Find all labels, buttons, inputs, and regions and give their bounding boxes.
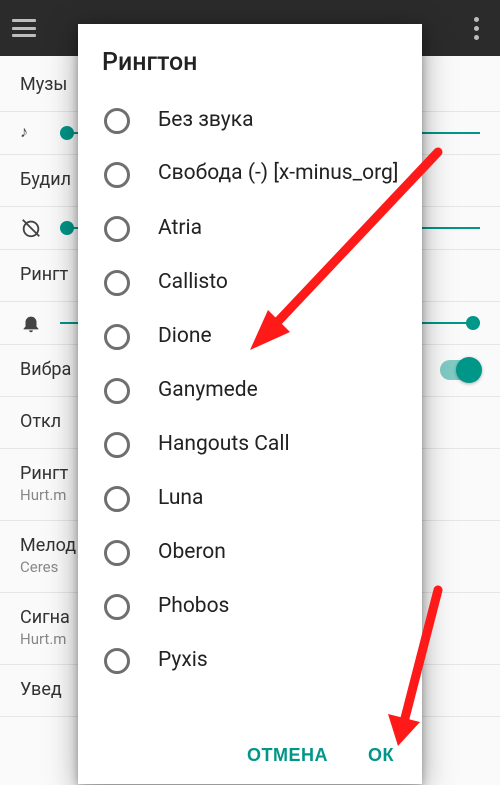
option-label: Ganymede [158,377,258,403]
dialog-actions: ОТМЕНА ОК [78,731,422,784]
cancel-button[interactable]: ОТМЕНА [247,745,328,766]
option-label: Atria [158,215,202,241]
dialog-title: Рингтон [78,24,422,93]
ringtone-dialog: Рингтон Без звука Свобода (-) [x-minus_o… [78,24,422,784]
option-label: Dione [158,323,212,349]
ringtone-option[interactable]: Phobos [94,579,422,633]
ringtone-option[interactable]: Luna [94,471,422,525]
option-label: Callisto [158,269,228,295]
menu-icon[interactable] [12,19,36,37]
radio-icon[interactable] [104,270,130,296]
ringtone-option[interactable]: Pyxis [94,633,422,687]
radio-icon[interactable] [104,432,130,458]
radio-icon[interactable] [104,594,130,620]
ringtone-option[interactable]: Без звука [94,93,422,147]
bell-icon [20,312,42,334]
radio-icon[interactable] [104,378,130,404]
ringtone-option[interactable]: Hangouts Call [94,417,422,471]
ringtone-option[interactable]: Ganymede [94,363,422,417]
radio-icon[interactable] [104,216,130,242]
alarm-off-icon [20,217,42,239]
option-label: Pyxis [158,647,208,673]
option-label: Свобода (-) [x-minus_org] [158,160,398,186]
ok-button[interactable]: ОК [368,745,394,766]
toggle-switch[interactable] [440,360,480,380]
radio-icon[interactable] [104,108,130,134]
radio-icon[interactable] [104,162,130,188]
radio-icon[interactable] [104,486,130,512]
ringtone-option[interactable]: Dione [94,309,422,363]
ringtone-option[interactable]: Atria [94,201,422,255]
radio-icon[interactable] [104,540,130,566]
option-label: Hangouts Call [158,431,290,457]
radio-icon[interactable] [104,648,130,674]
option-label: Luna [158,485,203,511]
overflow-icon[interactable] [464,17,488,40]
option-label: Oberon [158,539,226,565]
option-label: Phobos [158,593,229,619]
option-label: Без звука [158,107,254,133]
ringtone-option[interactable]: Свобода (-) [x-minus_org] [94,147,422,201]
setting-label: Вибра [20,359,71,380]
ringtone-option[interactable]: Oberon [94,525,422,579]
ringtone-option[interactable]: Callisto [94,255,422,309]
radio-icon[interactable] [104,324,130,350]
music-note-icon: ♪ [20,122,42,144]
ringtone-option-list: Без звука Свобода (-) [x-minus_org] Atri… [78,93,422,731]
